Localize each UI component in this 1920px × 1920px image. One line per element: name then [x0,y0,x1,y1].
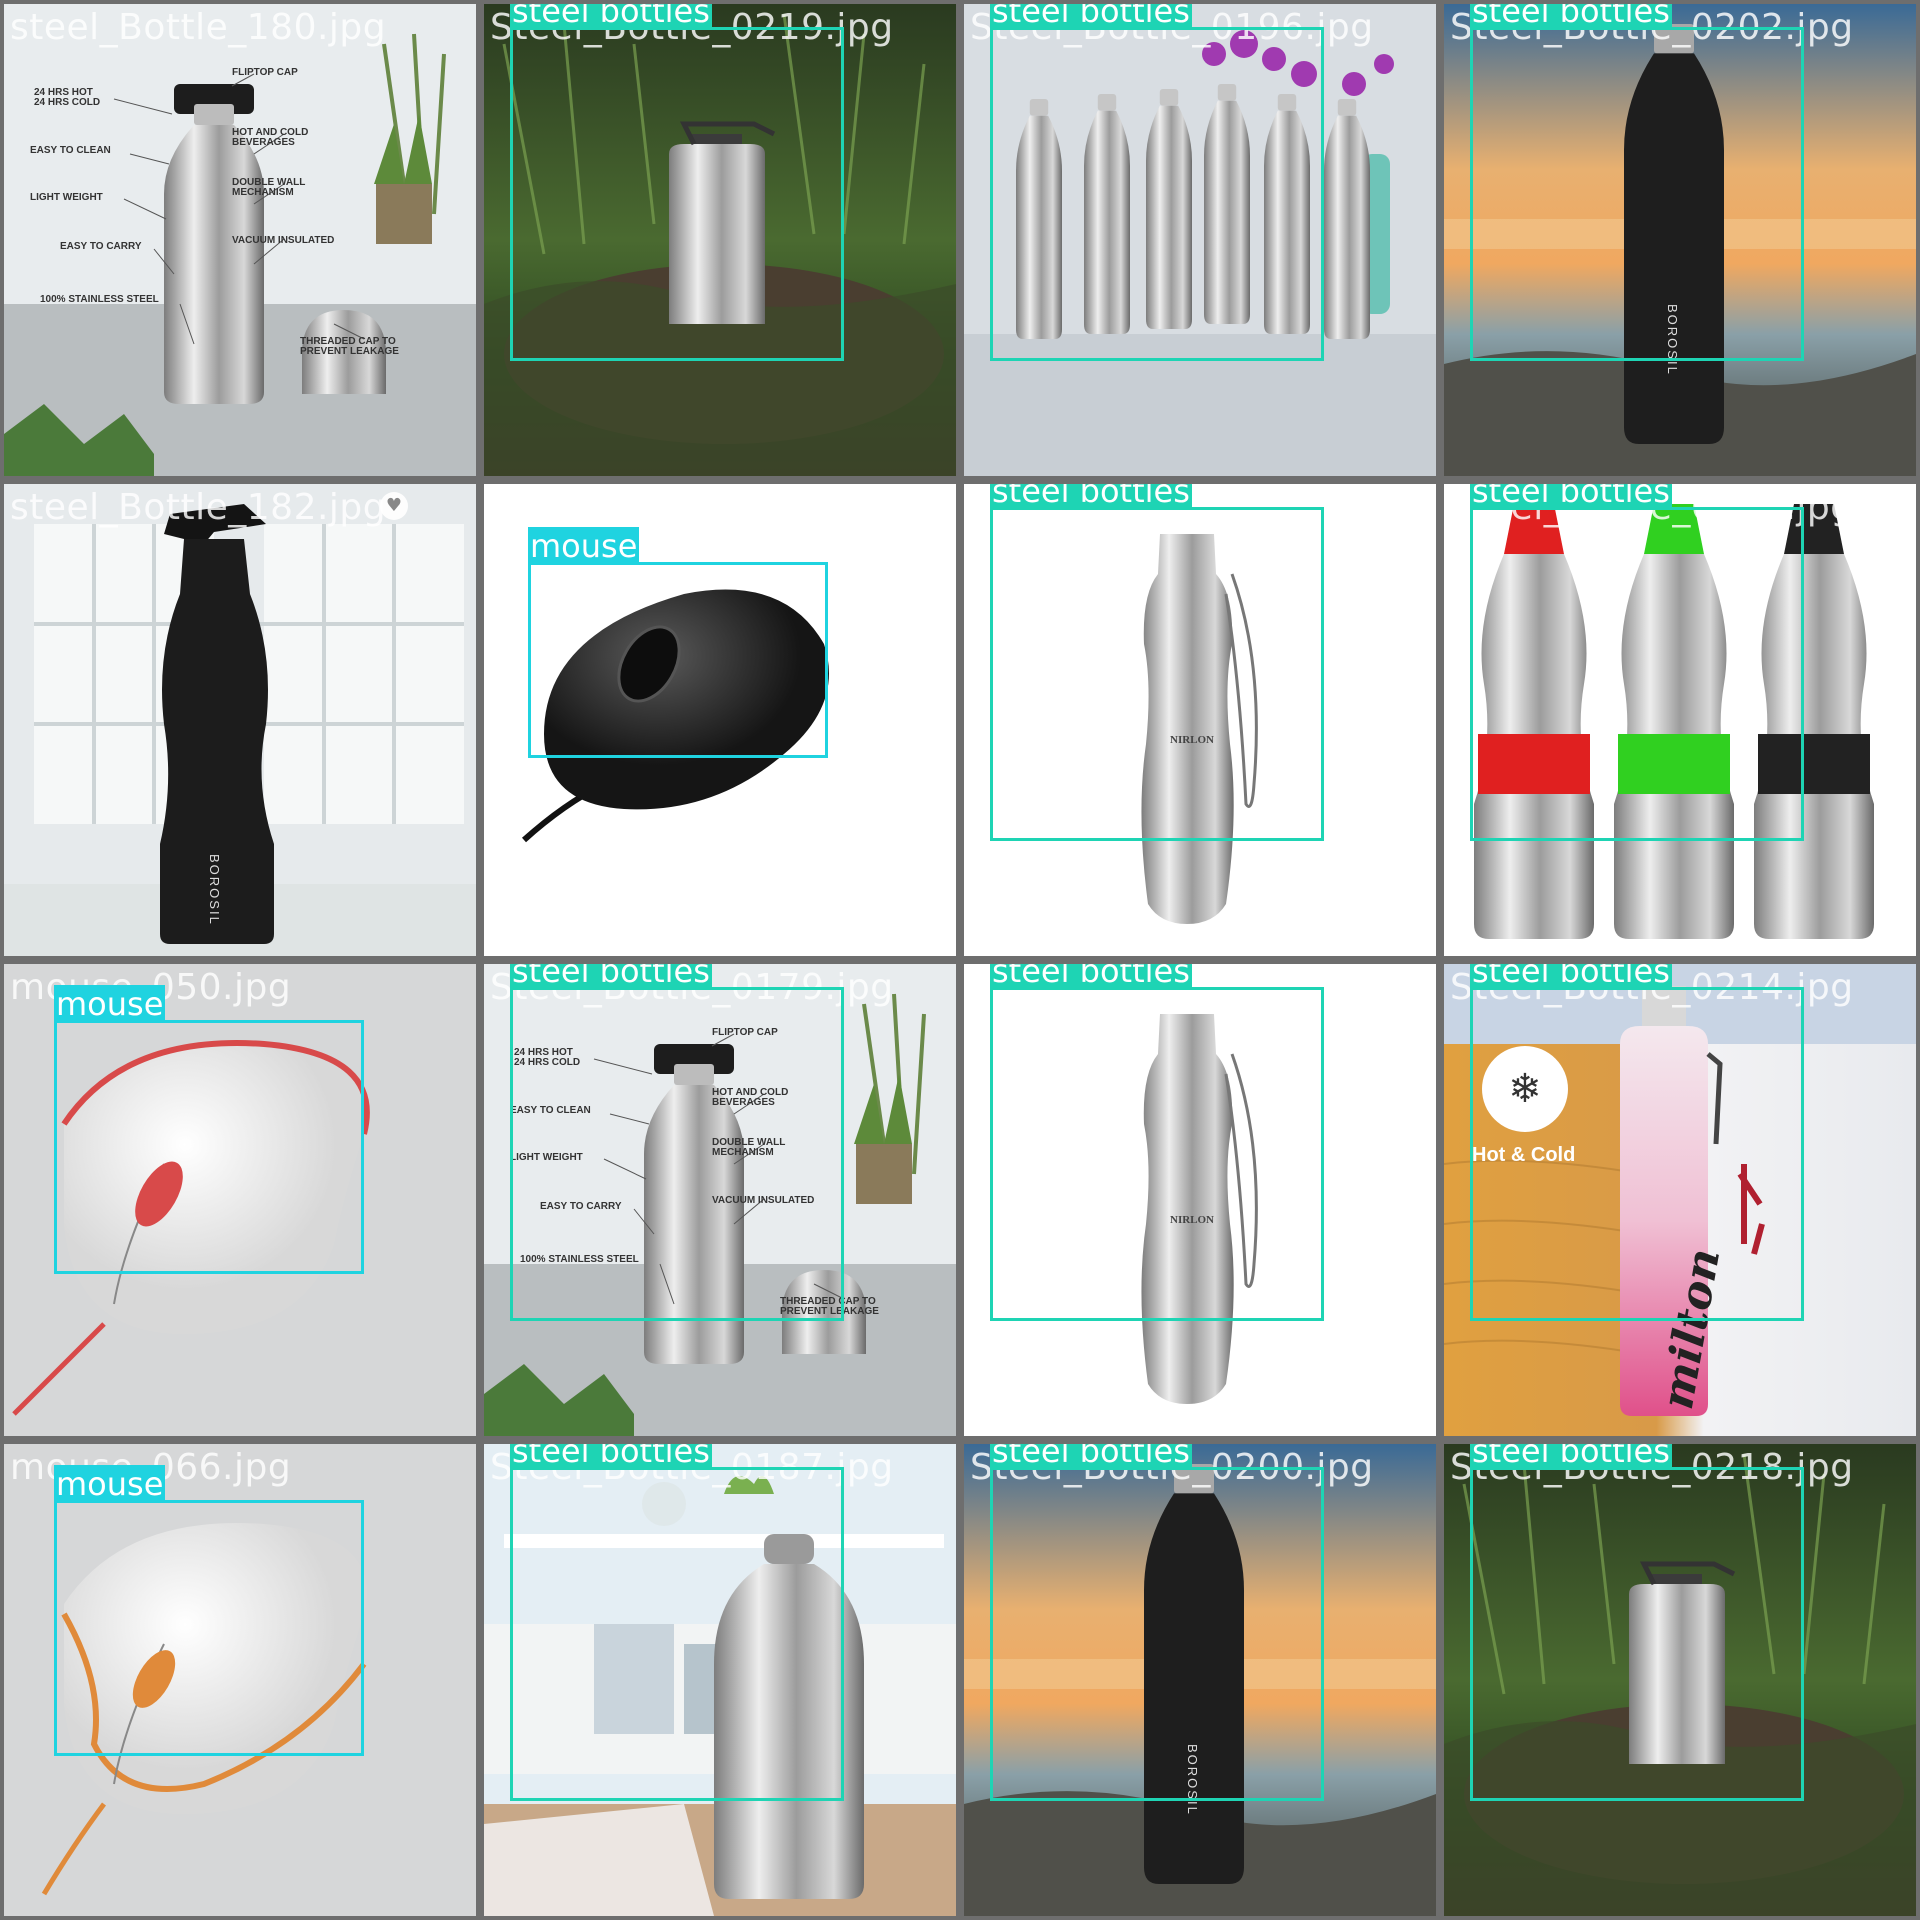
detection-class-label: steel bottles [510,964,712,990]
steel-bottles-bounding-box: steel bottles [1470,964,1804,1321]
photo-annotation: MECHANISM [232,187,294,198]
detection-class-label: mouse [54,985,166,1023]
grid-image-tile[interactable]: mouse_050.jpgmouse [0,960,480,1440]
grid-image-tile[interactable]: mouse_001.jpg mouse [480,480,960,960]
grid-image-tile[interactable]: BOROSILSteel_Bottle_0200.jpgsteel bottle… [960,1440,1440,1920]
detection-class-label: steel bottles [510,4,712,30]
photo-annotation: 100% STAINLESS STEEL [40,294,159,305]
steel-bottles-bounding-box: steel bottles [1470,484,1804,841]
detection-class-label: mouse [528,527,640,565]
grid-image-tile[interactable]: Steel_Bottle_0187.jpgsteel bottles [480,1440,960,1920]
mouse-bounding-box: mouse [54,1465,364,1756]
photo-annotation: PREVENT LEAKAGE [300,346,399,357]
detection-class-label: steel bottles [1470,964,1672,990]
photo-annotation: BEVERAGES [232,137,295,148]
mouse-bounding-box: mouse [528,527,828,758]
photo-annotation: LIGHT WEIGHT [30,192,103,203]
photo-annotation: EASY TO CARRY [60,241,142,252]
photo-annotation: VACUUM INSULATED [232,235,335,246]
grid-image-tile[interactable]: Steel_Bottle_0219.jpgsteel bottles [480,0,960,480]
grid-image-tile[interactable]: Steel_Bottle_0218.jpgsteel bottles [1440,1440,1920,1920]
grid-image-tile[interactable]: NIRLONSteel_Bottle_0199.jpgsteel bottles [960,960,1440,1440]
detection-class-label: steel bottles [990,4,1192,30]
steel-bottles-bounding-box: steel bottles [1470,1444,1804,1801]
photo-annotation: 24 HRS COLD [34,97,101,108]
photo-annotation: FLIPTOP CAP [232,67,298,78]
steel-bottles-bounding-box: steel bottles [1470,4,1804,361]
grid-image-tile[interactable]: mouse_066.jpgmouse [0,1440,480,1920]
grid-image-tile[interactable]: BOROSILSteel_Bottle_0202.jpgsteel bottle… [1440,0,1920,480]
detection-class-label: steel bottles [1470,484,1672,510]
steel-bottles-bounding-box: steel bottles [510,1444,844,1801]
steel-bottles-bounding-box: steel bottles [990,4,1324,361]
image-filename: steel_Bottle_180.jpg [10,7,387,48]
steel-bottles-bounding-box: steel bottles [990,1444,1324,1801]
image-filename: steel_Bottle_182.jpg [10,487,387,528]
mouse-bounding-box: mouse [54,985,364,1274]
detection-class-label: steel bottles [1470,1444,1672,1470]
detection-class-label: steel bottles [990,964,1192,990]
grid-image-tile[interactable]: ❄Hot & ColdmiltonSteel_Bottle_0214.jpgst… [1440,960,1920,1440]
photo-annotation: EASY TO CLEAN [30,145,111,156]
steel-bottles-bounding-box: steel bottles [510,4,844,361]
image-grid: 24 HRS HOT 24 HRS COLD FLIPTOP CAP EASY TO … [0,0,1920,1920]
grid-image-tile[interactable]: Steel_Bottle_0211.jpgsteel bottles [1440,480,1920,960]
image-filename: mouse_001.jpg [490,487,772,528]
grid-image-tile[interactable]: BOROSIL ♥ steel_Bottle_182.jpg [0,480,480,960]
detection-class-label: steel bottles [990,1444,1192,1470]
steel-bottles-bounding-box: steel bottles [990,964,1324,1321]
steel-bottles-bounding-box: steel bottles [510,964,844,1321]
bottle-brand-text: BOROSIL [207,854,222,926]
steel-bottles-bounding-box: steel bottles [990,484,1324,841]
detection-class-label: mouse [54,1465,166,1503]
detection-class-label: steel bottles [990,484,1192,510]
grid-image-tile[interactable]: 24 HRS HOT 24 HRS COLD FLIPTOP CAP EASY TO … [0,0,480,480]
grid-image-tile[interactable]: 24 HRS HOT 24 HRS COLD FLIPTOP CAP EASY TO … [480,960,960,1440]
grid-image-tile[interactable]: NIRLONSteel_Bottle_0197.jpgsteel bottles [960,480,1440,960]
bottle-photo [4,484,476,956]
detection-class-label: steel bottles [1470,4,1672,30]
grid-image-tile[interactable]: Steel_Bottle_0196.jpgsteel bottles [960,0,1440,480]
detection-class-label: steel bottles [510,1444,712,1470]
